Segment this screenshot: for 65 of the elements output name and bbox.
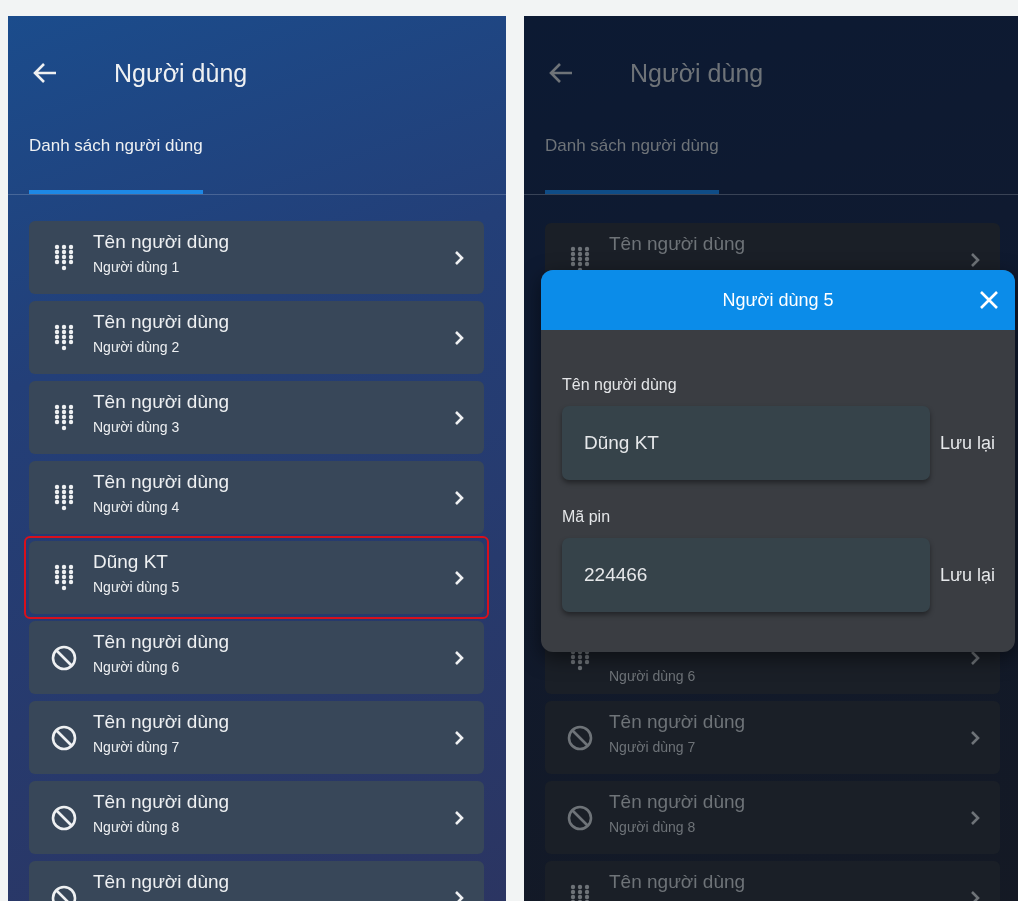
- ban-icon: [567, 724, 593, 751]
- chevron-icon: [970, 809, 980, 826]
- keypad-icon: [54, 484, 74, 511]
- chevron-icon: [454, 889, 464, 901]
- keypad-icon: [54, 324, 74, 351]
- user-name: Tên người dùng: [93, 871, 231, 893]
- user-subtitle: Người dùng 1: [93, 259, 181, 275]
- back-button[interactable]: [548, 61, 574, 85]
- field-label: Mã pin: [562, 508, 612, 526]
- user-name: Tên người dùng: [609, 871, 747, 893]
- chevron-icon: [454, 649, 464, 666]
- user-subtitle: Người dùng 7: [609, 739, 697, 755]
- save-button[interactable]: Lưu lại: [930, 432, 996, 454]
- user-subtitle: Người dùng 3: [93, 419, 181, 435]
- user-subtitle: Người dùng 2: [93, 339, 181, 355]
- keypad-icon: [54, 404, 74, 431]
- user-name: Tên người dùng: [93, 791, 231, 813]
- tab[interactable]: Danh sách người dùng: [29, 130, 203, 194]
- keypad-icon: [54, 244, 74, 271]
- screen-title: Người dùng: [114, 58, 248, 88]
- user-name: Tên người dùng: [93, 471, 231, 493]
- field-label: Tên người dùng: [562, 376, 678, 394]
- user-subtitle: Người dùng 7: [93, 739, 181, 755]
- chevron-icon: [454, 729, 464, 746]
- user-name: Tên người dùng: [609, 711, 747, 733]
- user-name: Tên người dùng: [93, 711, 231, 733]
- user-subtitle: Người dùng 5: [93, 579, 181, 595]
- close-button[interactable]: [979, 290, 999, 310]
- user-subtitle: Người dùng 6: [93, 659, 181, 675]
- user-subtitle: Người dùng 8: [93, 819, 181, 835]
- input-field[interactable]: 224466: [562, 538, 930, 612]
- chevron-icon: [454, 249, 464, 266]
- ban-icon: [51, 804, 77, 831]
- user-subtitle: Người dùng 8: [609, 819, 697, 835]
- chevron-icon: [970, 729, 980, 746]
- ban-icon: [51, 724, 77, 751]
- chevron-icon: [454, 329, 464, 346]
- tab[interactable]: Danh sách người dùng: [545, 130, 719, 194]
- screen-title: Người dùng: [630, 58, 764, 88]
- save-button[interactable]: Lưu lại: [930, 564, 996, 586]
- chevron-icon: [970, 889, 980, 901]
- user-name: Tên người dùng: [609, 791, 747, 813]
- chevron-icon: [970, 251, 980, 268]
- back-icon: [548, 61, 574, 85]
- chevron-icon: [454, 569, 464, 586]
- ban-icon: [567, 804, 593, 831]
- chevron-icon: [454, 489, 464, 506]
- input-field[interactable]: Dũng KT: [562, 406, 930, 480]
- user-list-item[interactable]: Dũng KT Người dùng 5: [24, 536, 489, 619]
- user-name: Tên người dùng: [93, 231, 231, 253]
- back-icon: [32, 61, 58, 85]
- user-name: Tên người dùng: [93, 391, 231, 413]
- user-subtitle: Người dùng 6: [609, 668, 697, 684]
- chevron-icon: [454, 809, 464, 826]
- user-name: Dũng KT: [93, 551, 169, 573]
- user-name: Tên người dùng: [93, 311, 231, 333]
- user-subtitle: Người dùng 4: [93, 499, 181, 515]
- user-name: Tên người dùng: [93, 631, 231, 653]
- ban-icon: [51, 644, 77, 671]
- close-icon: [979, 290, 999, 310]
- keypad-icon: [54, 564, 74, 591]
- user-name: Tên người dùng: [609, 233, 747, 255]
- dialog-title: Người dùng 5: [722, 289, 834, 311]
- keypad-icon: [570, 246, 590, 273]
- chevron-icon: [454, 409, 464, 426]
